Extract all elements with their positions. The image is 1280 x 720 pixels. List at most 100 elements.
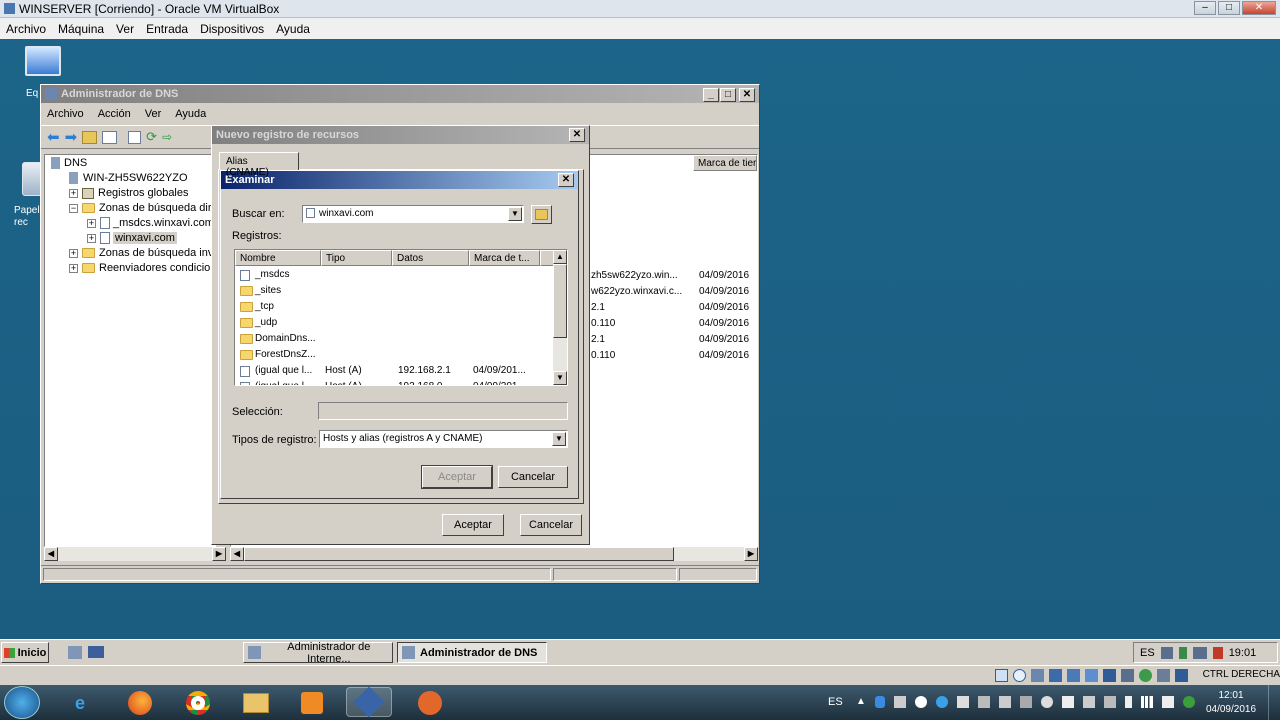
tab-alias-cname[interactable]: Alias (CNAME) — [219, 152, 299, 178]
dns-menu-ayuda[interactable]: Ayuda — [175, 108, 206, 120]
vbox-menu-maquina[interactable]: Máquina — [52, 22, 110, 36]
signal-bars-icon[interactable] — [1140, 696, 1153, 708]
export-icon[interactable]: ⇨ — [162, 130, 172, 144]
vbox-menu-archivo[interactable]: Archivo — [0, 22, 52, 36]
host-language-indicator[interactable]: ES — [828, 696, 843, 708]
bluetooth-icon[interactable] — [874, 696, 885, 708]
forward-arrow-icon[interactable]: ➡ — [65, 128, 78, 146]
virtualbox-icon[interactable] — [346, 686, 392, 718]
monitor-icon[interactable] — [1192, 646, 1207, 659]
video-capture-icon[interactable] — [1121, 669, 1134, 682]
audio-icon[interactable] — [1031, 669, 1044, 682]
browse-cancel-button[interactable]: Cancelar — [498, 466, 568, 488]
dns-minimize-button[interactable]: _ — [703, 88, 719, 102]
firefox-icon[interactable] — [120, 688, 160, 718]
list-item[interactable]: ForestDnsZ... — [255, 347, 316, 363]
tree-item-msdcs[interactable]: + _msdcs.winxavi.com — [87, 216, 214, 231]
column-header-timestamp[interactable]: Marca de t... — [469, 250, 540, 266]
up-folder-icon[interactable] — [82, 130, 98, 144]
list-item[interactable]: DomainDns... — [255, 331, 316, 347]
tree-item-global-records[interactable]: + Registros globales — [69, 186, 189, 201]
scroll-left-icon[interactable]: ◀ — [230, 547, 244, 561]
dns-maximize-button[interactable]: □ — [720, 88, 736, 102]
tree-item-forwarders[interactable]: + Reenviadores condicion — [69, 261, 216, 276]
shared-folder-icon[interactable] — [1085, 669, 1098, 682]
show-desktop-icon[interactable] — [88, 646, 104, 658]
properties-icon[interactable] — [128, 130, 142, 144]
tray-app-icon[interactable] — [1103, 696, 1116, 708]
records-vscrollbar[interactable]: ▲ ▼ — [553, 250, 567, 385]
tray-app-icon[interactable] — [1019, 696, 1032, 708]
list-item[interactable]: (igual que l... — [255, 363, 312, 379]
tray-app-icon[interactable] — [1082, 696, 1095, 708]
host-clock[interactable]: 12:01 04/09/2016 — [1200, 689, 1262, 717]
battery-icon[interactable] — [1124, 696, 1132, 708]
chevron-down-icon[interactable]: ▼ — [508, 207, 522, 221]
tray-app-icon[interactable] — [1061, 696, 1074, 708]
task-dns-manager[interactable]: Administrador de DNS — [397, 642, 547, 663]
file-explorer-icon[interactable] — [236, 688, 276, 718]
dns-menu-ver[interactable]: Ver — [145, 108, 162, 120]
hdd-icon[interactable] — [995, 669, 1008, 682]
optical-drive-icon[interactable] — [1013, 669, 1026, 682]
vbox-menu-entrada[interactable]: Entrada — [140, 22, 194, 36]
new-record-close-button[interactable]: ✕ — [569, 128, 585, 142]
dns-menu-archivo[interactable]: Archivo — [47, 108, 84, 120]
scroll-left-icon[interactable]: ◀ — [44, 547, 58, 561]
scroll-down-icon[interactable]: ▼ — [553, 371, 567, 385]
tray-app-icon[interactable] — [893, 696, 906, 708]
volume-icon[interactable] — [1212, 646, 1223, 659]
column-header-data[interactable]: Datos — [392, 250, 469, 266]
new-record-cancel-button[interactable]: Cancelar — [520, 514, 582, 536]
expand-icon[interactable]: + — [69, 248, 78, 258]
tree-item-forward-zones[interactable]: − Zonas de búsqueda dire — [69, 201, 218, 216]
up-level-button[interactable] — [531, 205, 552, 224]
collapse-icon[interactable]: − — [69, 203, 78, 213]
list-item[interactable]: _sites — [255, 283, 281, 299]
tray-app-icon[interactable] — [914, 696, 927, 708]
chevron-down-icon[interactable]: ▼ — [552, 432, 566, 446]
tree-item-reverse-zones[interactable]: + Zonas de búsqueda inve — [69, 246, 219, 261]
maximize-button[interactable]: □ — [1218, 1, 1240, 15]
records-hscrollbar[interactable]: ◀ ▶ — [230, 547, 758, 561]
vbox-menu-ayuda[interactable]: Ayuda — [270, 22, 316, 36]
dns-close-button[interactable]: ✕ — [739, 88, 755, 102]
record-types-combobox[interactable]: Hosts y alias (registros A y CNAME) ▼ — [319, 430, 568, 448]
tree-hscrollbar[interactable]: ◀ ▶ — [44, 547, 226, 561]
close-button[interactable]: ✕ — [1242, 1, 1276, 15]
new-record-ok-button[interactable]: Aceptar — [442, 514, 504, 536]
list-item[interactable]: (igual que l... — [255, 379, 312, 385]
column-header-timestamp[interactable]: Marca de tier — [693, 155, 757, 171]
scroll-thumb[interactable] — [553, 264, 567, 338]
host-key-arrow-icon[interactable] — [1175, 669, 1188, 682]
display-icon[interactable] — [1103, 669, 1116, 682]
tray-app-icon[interactable] — [956, 696, 969, 708]
minimize-button[interactable]: – — [1194, 1, 1216, 15]
back-arrow-icon[interactable]: ⬅ — [47, 128, 60, 146]
column-header-name[interactable]: Nombre — [235, 250, 321, 266]
guest-additions-icon[interactable] — [1139, 669, 1152, 682]
show-tree-icon[interactable] — [102, 130, 118, 144]
list-item[interactable]: _udp — [255, 315, 277, 331]
usb-icon[interactable] — [1178, 646, 1187, 659]
usb-device-icon[interactable] — [1067, 669, 1080, 682]
browse-ok-button[interactable]: Aceptar — [421, 465, 493, 489]
expand-icon[interactable]: + — [69, 188, 78, 198]
tree-item-server[interactable]: WIN-ZH5SW622YZO — [69, 171, 188, 186]
tray-app-icon[interactable] — [977, 696, 990, 708]
chrome-icon[interactable] — [178, 688, 218, 718]
expand-icon[interactable]: + — [87, 218, 96, 228]
vbox-menu-ver[interactable]: Ver — [110, 22, 140, 36]
tray-up-arrow-icon[interactable]: ▲ — [856, 696, 866, 708]
scroll-right-icon[interactable]: ▶ — [744, 547, 758, 561]
internet-explorer-icon[interactable]: e — [60, 688, 100, 718]
refresh-icon[interactable]: ⟳ — [146, 129, 157, 145]
expand-icon[interactable]: + — [69, 263, 78, 273]
tray-app-icon[interactable] — [1182, 696, 1195, 708]
tray-app-icon[interactable] — [998, 696, 1011, 708]
start-button[interactable]: Inicio — [1, 642, 49, 663]
network-icon[interactable] — [1160, 646, 1173, 659]
language-indicator[interactable]: ES — [1140, 647, 1155, 659]
volume-icon[interactable] — [1161, 696, 1174, 708]
tray-app-icon[interactable] — [1040, 696, 1053, 708]
